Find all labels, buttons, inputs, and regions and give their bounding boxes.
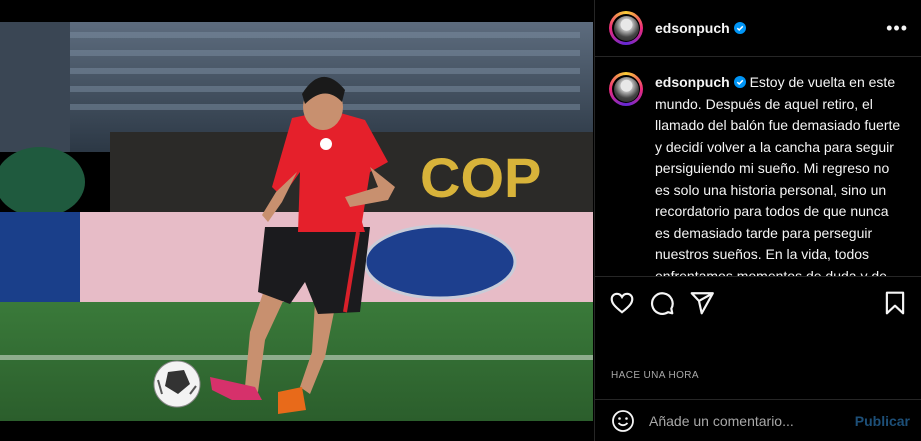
caption: edsonpuch Estoy de vuelta en este mundo.… — [655, 72, 906, 276]
comment-input[interactable]: Añade un comentario... — [649, 413, 855, 429]
post-timestamp[interactable]: HACE UNA HORA — [611, 370, 699, 381]
post-header: edsonpuch ••• — [595, 0, 921, 57]
avatar[interactable] — [609, 11, 643, 45]
post-side-panel: edsonpuch ••• edsonpuch Estoy de vuelta … — [594, 0, 921, 441]
banner-text: COP — [420, 146, 541, 209]
share-icon[interactable] — [689, 290, 715, 316]
photo-canvas: COP — [0, 22, 593, 421]
heart-icon[interactable] — [609, 290, 635, 316]
avatar-image — [613, 15, 639, 41]
caption-username[interactable]: edsonpuch — [655, 74, 730, 90]
caption-avatar-image — [613, 76, 639, 102]
more-options-icon[interactable]: ••• — [886, 18, 908, 39]
verified-badge-icon — [733, 22, 746, 34]
caption-area: edsonpuch Estoy de vuelta en este mundo.… — [595, 58, 921, 276]
divider — [595, 276, 921, 277]
post-photo[interactable]: COP — [0, 22, 593, 421]
action-bar — [609, 290, 908, 316]
username[interactable]: edsonpuch — [655, 20, 730, 36]
bookmark-icon[interactable] — [882, 290, 908, 316]
publish-button[interactable]: Publicar — [855, 413, 910, 429]
caption-avatar[interactable] — [609, 72, 643, 106]
verified-badge-icon — [733, 76, 746, 88]
emoji-icon[interactable] — [611, 409, 635, 433]
comment-bar: Añade un comentario... Publicar — [595, 399, 921, 441]
caption-text: Estoy de vuelta en este mundo. Después d… — [655, 74, 901, 276]
comment-icon[interactable] — [649, 290, 675, 316]
